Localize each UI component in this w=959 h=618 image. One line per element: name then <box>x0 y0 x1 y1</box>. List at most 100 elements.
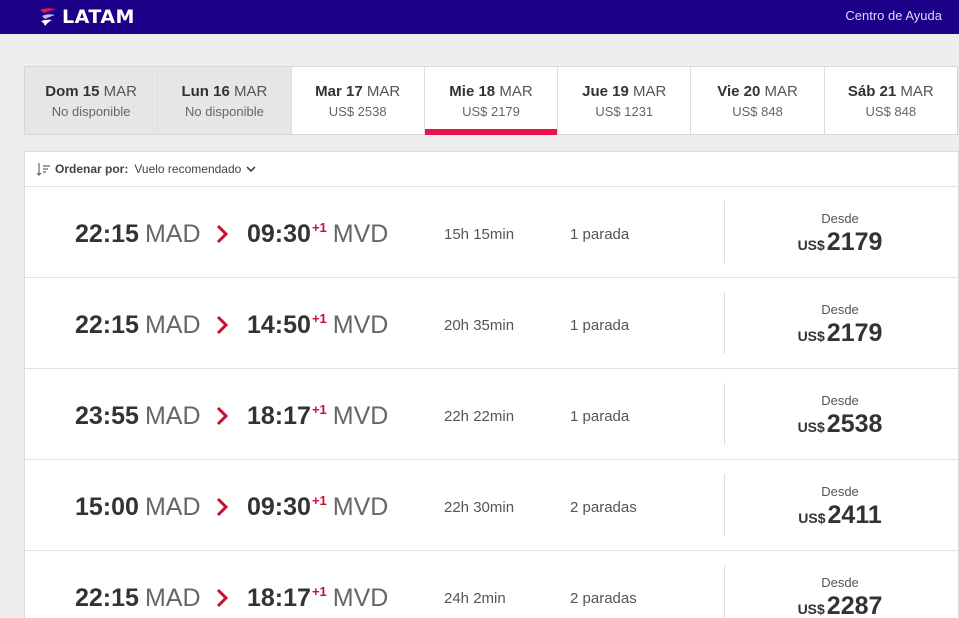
results-panel: Ordenar por: Vuelo recomendado 22:15 MAD … <box>24 151 959 618</box>
sort-bar: Ordenar por: Vuelo recomendado <box>25 152 958 187</box>
chevron-right-icon <box>216 497 229 517</box>
sort-icon <box>37 163 50 176</box>
flight-duration: 20h 35min <box>444 317 515 334</box>
date-tab-status: No disponible <box>51 104 131 119</box>
departure-code: MAD <box>144 311 201 339</box>
price-amount: 2411 <box>827 501 882 529</box>
price-currency: US$ <box>797 328 825 344</box>
price-currency: US$ <box>797 237 825 253</box>
flight-stops: 1 parada <box>570 408 630 425</box>
latam-logo[interactable]: LATAM <box>38 4 135 30</box>
flight-duration: 22h 30min <box>444 499 515 516</box>
arrival: 18:17+1 MVD <box>247 402 388 431</box>
departure-code: MAD <box>144 493 201 521</box>
flight-row[interactable]: 23:55 MAD 18:17+1 MVD 22h 22min 1 parada D… <box>25 369 958 460</box>
arrival-code: MVD <box>332 493 389 521</box>
sort-dropdown[interactable]: Vuelo recomendado <box>134 162 256 176</box>
next-day-badge: +1 <box>311 220 327 235</box>
departure: 22:15 MAD <box>75 584 201 613</box>
date-tab-day: Lun 16 <box>181 83 230 100</box>
flight-duration: 24h 2min <box>444 590 506 607</box>
departure-time: 22:15 <box>75 584 139 612</box>
chevron-right-icon <box>216 406 229 426</box>
logo-text: LATAM <box>62 6 135 28</box>
flight-row[interactable]: 22:15 MAD 09:30+1 MVD 15h 15min 1 parada D… <box>25 187 958 278</box>
date-tab-month: MAR <box>234 83 268 100</box>
price-amount: 2179 <box>826 228 883 256</box>
next-day-badge: +1 <box>311 584 327 599</box>
selected-indicator <box>424 129 558 135</box>
help-center-link[interactable]: Centro de Ayuda <box>845 8 942 23</box>
flight-row[interactable]: 22:15 MAD 18:17+1 MVD 24h 2min 2 paradas D… <box>25 551 958 618</box>
date-tab-price: US$ 848 <box>865 104 917 119</box>
arrival: 09:30+1 MVD <box>247 220 388 249</box>
departure-code: MAD <box>144 220 201 248</box>
date-tab-day: Jue 19 <box>582 83 629 100</box>
departure-time: 15:00 <box>75 493 139 521</box>
date-tab-month: MAR <box>764 83 798 100</box>
price-from-label: Desde <box>821 575 859 590</box>
flight-stops: 2 paradas <box>570 499 637 516</box>
date-tab[interactable]: Jue 19 MAR US$ 1231 <box>558 67 692 134</box>
date-tab-month: MAR <box>366 83 401 100</box>
chevron-right-icon <box>216 224 229 244</box>
arrival: 14:50+1 MVD <box>247 311 388 340</box>
arrival-time: 18:17 <box>247 402 311 430</box>
top-header: LATAM Centro de Ayuda <box>0 0 959 34</box>
price-box[interactable]: Desde US$2538 <box>725 393 955 439</box>
date-tab-month: MAR <box>499 83 533 100</box>
arrival: 18:17+1 MVD <box>247 584 388 613</box>
price-amount: 2287 <box>826 592 883 618</box>
price-amount: 2179 <box>826 319 883 347</box>
date-selector: Dom 15 MAR No disponible Lun 16 MAR No d… <box>24 66 958 135</box>
date-tab-price: US$ 848 <box>732 104 783 119</box>
flight-stops: 1 parada <box>570 317 630 334</box>
date-tab[interactable]: Mar 17 MAR US$ 2538 <box>292 67 425 134</box>
arrival: 09:30+1 MVD <box>247 493 388 522</box>
departure-code: MAD <box>144 402 201 430</box>
arrival-time: 14:50 <box>247 311 311 339</box>
sort-label: Ordenar por: <box>55 162 129 176</box>
chevron-right-icon <box>216 588 229 608</box>
arrival-time: 09:30 <box>247 220 311 248</box>
departure-time: 22:15 <box>75 311 139 339</box>
date-tab[interactable]: Sáb 21 MAR US$ 848 <box>825 67 957 134</box>
date-tab-day: Vie 20 <box>717 83 761 100</box>
price-from-label: Desde <box>821 484 859 499</box>
flight-stops: 2 paradas <box>570 590 637 607</box>
price-box[interactable]: Desde US$2411 <box>725 484 955 530</box>
date-tab-day: Sáb 21 <box>847 83 897 100</box>
date-tab-day: Mar 17 <box>315 83 363 100</box>
next-day-badge: +1 <box>311 493 327 508</box>
date-tab-price: US$ 2538 <box>328 104 387 119</box>
flight-row[interactable]: 15:00 MAD 09:30+1 MVD 22h 30min 2 paradas … <box>25 460 958 551</box>
price-currency: US$ <box>797 419 825 435</box>
departure-time: 23:55 <box>75 402 139 430</box>
date-tab[interactable]: Vie 20 MAR US$ 848 <box>691 67 825 134</box>
arrival-code: MVD <box>332 220 389 248</box>
date-tab-selected[interactable]: Mie 18 MAR US$ 2179 <box>424 67 559 135</box>
price-box[interactable]: Desde US$2179 <box>725 211 955 257</box>
arrival-time: 18:17 <box>247 584 311 612</box>
arrival-code: MVD <box>332 584 389 612</box>
date-tab-month: MAR <box>633 83 667 100</box>
date-tab-day: Dom 15 <box>45 83 100 100</box>
chevron-down-icon <box>246 166 256 173</box>
price-box[interactable]: Desde US$2179 <box>725 302 955 348</box>
price-box[interactable]: Desde US$2287 <box>725 575 955 618</box>
date-tab-month: MAR <box>900 83 934 100</box>
price-from-label: Desde <box>821 211 859 226</box>
sort-value: Vuelo recomendado <box>134 162 242 176</box>
chevron-right-icon <box>216 315 229 335</box>
date-tab: Dom 15 MAR No disponible <box>25 67 159 134</box>
price-from-label: Desde <box>821 393 859 408</box>
flight-row[interactable]: 22:15 MAD 14:50+1 MVD 20h 35min 1 parada D… <box>25 278 958 369</box>
departure: 22:15 MAD <box>75 311 201 340</box>
latam-logo-icon <box>40 8 56 26</box>
date-tab-price: US$ 1231 <box>595 104 654 119</box>
date-tab-status: No disponible <box>185 104 264 119</box>
next-day-badge: +1 <box>311 311 327 326</box>
flight-duration: 15h 15min <box>444 226 515 243</box>
departure: 15:00 MAD <box>75 493 201 522</box>
departure: 23:55 MAD <box>75 402 201 431</box>
